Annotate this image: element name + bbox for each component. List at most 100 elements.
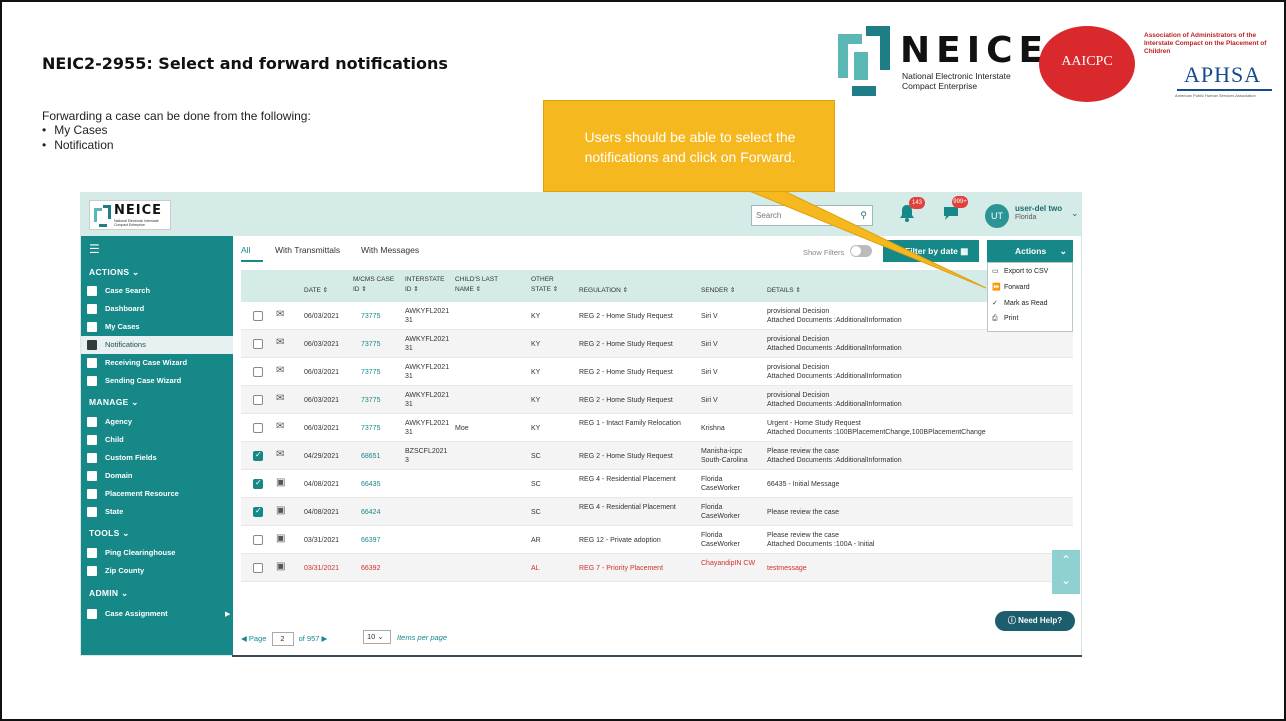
table-row[interactable]: ▣ 03/31/2021 66397 AR REG 12 - Private adopt… [241, 526, 1073, 554]
cell-case-id-link[interactable]: 73775 [361, 312, 380, 321]
row-checkbox[interactable] [253, 311, 263, 321]
table-row[interactable]: ✉ 04/29/2021 68651 BZSCFL2021 3 SC REG 2 - Ho… [241, 442, 1073, 470]
row-checkbox[interactable] [253, 450, 263, 461]
sidebar-item-sending-case-wizard[interactable]: Sending Case Wizard [81, 372, 233, 390]
cell-date: 06/03/2021 [304, 313, 340, 320]
prev-page-icon[interactable]: ◀ [241, 634, 247, 643]
column-header-other-state[interactable]: OTHER STATE ⇕ [531, 275, 565, 295]
cell-details: provisional Decision Attached Documents :… [767, 363, 1067, 381]
column-header-regulation[interactable]: REGULATION ⇕ [579, 286, 628, 296]
cell-case-id-link[interactable]: 66392 [361, 564, 380, 573]
chevron-down-icon[interactable]: ⌄ [1071, 208, 1079, 219]
tab-with-transmittals[interactable]: With Transmittals [275, 245, 340, 255]
cell-case-id-link[interactable]: 68651 [361, 452, 380, 461]
sidebar-item-state[interactable]: State [81, 503, 233, 521]
app-logo[interactable]: NEICE National Electronic Interstate Com… [89, 200, 171, 230]
neice-mark-icon [94, 205, 111, 227]
message-icon: ▣ [276, 533, 286, 544]
filter-by-date-button[interactable]: Filter by date ▦ [883, 240, 979, 262]
cell-state: KY [531, 397, 541, 404]
column-header-child-last-name[interactable]: CHILD'S LAST NAME ⇕ [455, 275, 513, 295]
table-row[interactable]: ✉ 06/03/2021 73775 AWKYFL2021 31 KY REG 2 - H… [241, 330, 1073, 358]
menu-item-mark-as-read[interactable]: ✓ Mark as Read [992, 299, 1048, 307]
tab-with-messages[interactable]: With Messages [361, 245, 419, 255]
active-tab-indicator [241, 260, 263, 262]
cell-sender: Florida CaseWorker [701, 532, 740, 548]
row-checkbox[interactable] [253, 535, 263, 545]
sidebar-item-receiving-case-wizard[interactable]: Receiving Case Wizard [81, 354, 233, 372]
search-icon[interactable]: ⚲ [860, 210, 867, 221]
cell-interstate-id: AWKYFL2021 31 [405, 308, 450, 324]
neice-mark-icon [838, 26, 890, 96]
table-row[interactable]: ✉ 06/03/2021 73775 AWKYFL2021 31 KY REG 2 - H… [241, 358, 1073, 386]
row-checkbox[interactable] [253, 478, 263, 489]
column-header-sender[interactable]: SENDER ⇕ [701, 286, 735, 296]
cell-interstate-id: BZSCFL2021 3 [405, 448, 448, 464]
row-checkbox[interactable] [253, 506, 263, 517]
sidebar-item-child[interactable]: Child [81, 431, 233, 449]
row-checkbox[interactable] [253, 395, 263, 405]
row-checkbox[interactable] [253, 367, 263, 377]
sidebar-item-dashboard[interactable]: Dashboard [81, 300, 233, 318]
menu-item-export-csv[interactable]: ▭ Export to CSV [992, 267, 1048, 275]
search-input[interactable]: Search ⚲ [751, 205, 873, 226]
file-icon: ▭ [992, 268, 999, 275]
cell-case-id-link[interactable]: 66435 [361, 480, 380, 489]
cell-regulation: REG 7 - Priority Placement [579, 565, 664, 572]
table-row[interactable]: ✉ 06/03/2021 73775 AWKYFL2021 31 KY REG 2 - H… [241, 386, 1073, 414]
table-row[interactable]: ▣ 04/08/2021 66435 SC REG 4 - Residential Pl… [241, 470, 1073, 498]
column-header-case-id[interactable]: M/CMS CASE ID ⇕ [353, 275, 397, 295]
show-filters-toggle[interactable] [850, 245, 872, 257]
sidebar-item-domain[interactable]: Domain [81, 467, 233, 485]
chevron-up-icon[interactable]: ⌃ [1052, 550, 1080, 570]
column-header-interstate-id[interactable]: INTERSTATE ID ⇕ [405, 275, 449, 295]
page-number-input[interactable]: 2 [271, 632, 294, 646]
sidebar-section-manage[interactable]: MANAGE ⌄ [89, 397, 139, 408]
menu-item-forward[interactable]: ⏩ Forward [992, 283, 1030, 291]
hamburger-menu-icon[interactable]: ☰ [89, 242, 100, 256]
cell-case-id-link[interactable]: 73775 [361, 340, 380, 349]
user-state: Florida [1015, 214, 1037, 221]
row-checkbox[interactable] [253, 563, 263, 573]
column-header-details[interactable]: DETAILS ⇕ [767, 286, 801, 296]
cell-case-id-link[interactable]: 73775 [361, 368, 380, 377]
cell-case-id-link[interactable]: 66397 [361, 536, 380, 545]
sidebar-item-case-assignment[interactable]: Case Assignment [81, 605, 233, 623]
sidebar-item-case-search[interactable]: Case Search [81, 282, 233, 300]
sidebar-item-zip-county[interactable]: Zip County [81, 562, 233, 580]
next-page-icon[interactable]: ▶ [322, 634, 328, 643]
show-filters-label: Show Filters [803, 248, 845, 257]
sidebar-item-placement-resource[interactable]: Placement Resource [81, 485, 233, 503]
scroll-chevrons[interactable]: ⌃ ⌄ [1052, 550, 1080, 594]
avatar[interactable]: UT [985, 204, 1009, 228]
items-per-page-select[interactable]: 10 ⌄ [363, 630, 391, 644]
user-name[interactable]: user-del two [1015, 204, 1062, 213]
tab-all[interactable]: All [241, 245, 250, 255]
sidebar-item-notifications[interactable]: Notifications [81, 336, 233, 354]
sidebar-item-custom-fields[interactable]: Custom Fields [81, 449, 233, 467]
row-checkbox[interactable] [253, 339, 263, 349]
need-help-button[interactable]: ⓘ Need Help? [995, 611, 1075, 631]
cell-sender: Siri V [701, 341, 718, 348]
cell-case-id-link[interactable]: 73775 [361, 424, 380, 433]
sidebar-section-admin[interactable]: ADMIN ⌄ [89, 588, 128, 599]
sidebar-section-actions[interactable]: ACTIONS ⌄ [89, 267, 139, 278]
actions-button[interactable]: Actions ⌄ [987, 240, 1073, 262]
cell-case-id-link[interactable]: 73775 [361, 396, 380, 405]
menu-item-print[interactable]: ⎙ Print [992, 315, 1018, 323]
sidebar-item-ping-clearinghouse[interactable]: Ping Clearinghouse [81, 544, 233, 562]
cell-case-id-link[interactable]: 66424 [361, 508, 380, 517]
table-row[interactable]: ✉ 06/03/2021 73775 AWKYFL2021 31 KY REG 2 - H… [241, 302, 1073, 330]
row-checkbox[interactable] [253, 423, 263, 433]
table-row[interactable]: ▣ 04/08/2021 66424 SC REG 4 - Residential Pl… [241, 498, 1073, 526]
caret-right-icon[interactable]: ▶ [225, 610, 230, 618]
chevron-down-icon[interactable]: ⌄ [1052, 570, 1080, 590]
column-header-date[interactable]: DATE ⇕ [304, 286, 328, 296]
table-row[interactable]: ▣ 03/31/2021 66392 AL REG 7 - Priority Place… [241, 554, 1073, 582]
sidebar-item-agency[interactable]: Agency [81, 413, 233, 431]
cell-date: 06/03/2021 [304, 397, 340, 404]
sidebar-section-tools[interactable]: TOOLS ⌄ [89, 528, 130, 539]
sidebar-item-my-cases[interactable]: My Cases [81, 318, 233, 336]
page-label: Page [248, 634, 267, 643]
table-row[interactable]: ✉ 06/03/2021 73775 AWKYFL2021 31 Moe KY REG 1 … [241, 414, 1073, 442]
